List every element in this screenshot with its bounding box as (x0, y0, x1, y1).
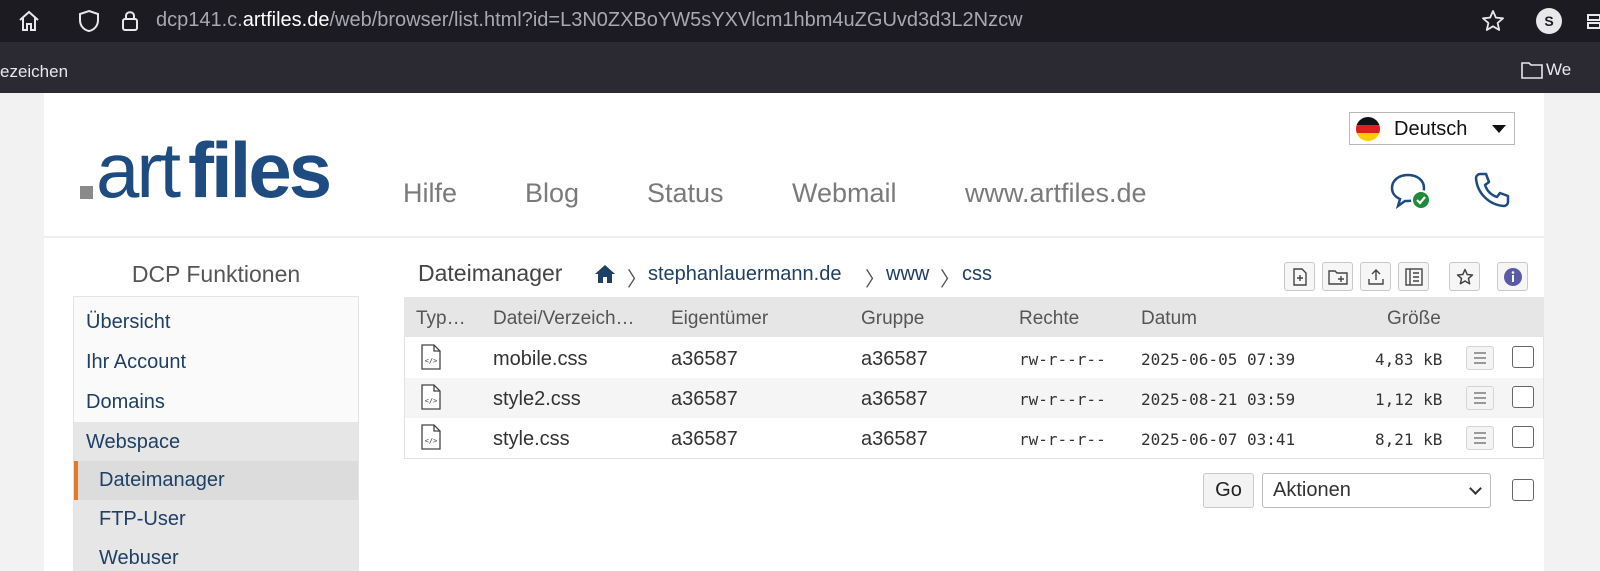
file-name[interactable]: mobile.css (493, 348, 587, 371)
svg-text:</>: </> (425, 397, 438, 405)
language-select[interactable]: Deutsch (1349, 112, 1515, 145)
german-flag-icon (1356, 117, 1380, 141)
breadcrumb-css[interactable]: css (962, 263, 992, 286)
sidebar-item-account[interactable]: Ihr Account (74, 342, 358, 382)
view-toggle-button[interactable] (1398, 262, 1429, 291)
url-text[interactable]: dcp141.c.artfiles.de/web/browser/list.ht… (156, 9, 1023, 32)
chevron-down-icon (1469, 482, 1482, 495)
page-title: Dateimanager (418, 260, 563, 286)
svg-text:</>: </> (425, 437, 438, 445)
upload-button[interactable] (1360, 262, 1391, 291)
info-button[interactable] (1497, 262, 1528, 291)
select-all-checkbox[interactable] (1512, 479, 1534, 501)
column-date[interactable]: Datum (1141, 308, 1197, 330)
sidebar-item-webspace[interactable]: Webspace (74, 422, 358, 462)
upload-icon (1367, 268, 1384, 285)
home-icon[interactable] (16, 8, 42, 34)
column-owner[interactable]: Eigentümer (671, 308, 768, 330)
go-button[interactable]: Go (1203, 473, 1254, 508)
actions-select[interactable]: Aktionen (1262, 473, 1491, 508)
sidebar-title: DCP Funktionen (131, 261, 301, 287)
chevron-down-icon (1492, 125, 1506, 133)
lock-icon[interactable] (117, 8, 143, 34)
file-owner: a36587 (671, 388, 738, 410)
info-icon (1503, 267, 1522, 286)
folder-icon[interactable] (1521, 60, 1543, 80)
file-size: 1,12 kB (1375, 390, 1443, 409)
list-view-icon (1404, 267, 1423, 286)
new-file-icon (1292, 267, 1307, 286)
file-name[interactable]: style2.css (493, 388, 581, 411)
row-menu-button[interactable] (1466, 386, 1494, 410)
breadcrumb-www[interactable]: www (886, 263, 929, 286)
breadcrumb-separator: 〉 (940, 269, 960, 291)
table-row[interactable] (405, 418, 1543, 458)
code-file-icon: </> (421, 424, 441, 450)
sidebar-item-uebersicht[interactable]: Übersicht (74, 302, 358, 342)
logo-art: art (96, 126, 181, 214)
extensions-icon[interactable] (1586, 8, 1600, 34)
row-checkbox[interactable] (1512, 426, 1534, 448)
new-file-button[interactable] (1284, 262, 1315, 291)
bookmark-folder-label[interactable]: We (1546, 60, 1571, 80)
new-folder-icon (1327, 269, 1348, 285)
row-checkbox[interactable] (1512, 346, 1534, 368)
svg-text:</>: </> (425, 357, 438, 365)
row-checkbox[interactable] (1512, 386, 1534, 408)
nav-webmail[interactable]: Webmail (792, 178, 897, 209)
star-icon (1456, 268, 1473, 284)
file-date: 2025-06-05 07:39 (1141, 350, 1296, 369)
actions-select-value: Aktionen (1273, 479, 1351, 501)
chat-icon[interactable] (1390, 172, 1436, 212)
code-file-icon: </> (421, 344, 441, 370)
bookmark-star-icon[interactable] (1480, 8, 1506, 34)
row-menu-button[interactable] (1466, 346, 1494, 370)
new-folder-button[interactable] (1322, 262, 1353, 291)
nav-status[interactable]: Status (647, 178, 724, 209)
logo-dot (80, 186, 93, 199)
language-label: Deutsch (1394, 118, 1468, 140)
column-size[interactable]: Größe (1387, 308, 1441, 330)
bookmarks-label[interactable]: ezeichen (0, 62, 68, 82)
logo-files: files (188, 126, 332, 214)
column-permissions[interactable]: Rechte (1019, 308, 1079, 330)
file-permissions: rw-r--r-- (1019, 430, 1106, 449)
file-date: 2025-06-07 03:41 (1141, 430, 1296, 449)
file-owner: a36587 (671, 428, 738, 450)
home-breadcrumb-icon[interactable] (594, 263, 616, 285)
sidebar-item-ftp-user[interactable]: FTP-User (74, 500, 358, 539)
file-permissions: rw-r--r-- (1019, 390, 1106, 409)
shield-icon[interactable] (76, 8, 102, 34)
bookmarks-bar (0, 42, 1600, 93)
sidebar-item-webuser[interactable]: Webuser (74, 539, 358, 571)
breadcrumb-separator: 〉 (865, 269, 885, 291)
column-group[interactable]: Gruppe (861, 308, 924, 330)
code-file-icon: </> (421, 384, 441, 410)
file-group: a36587 (861, 428, 928, 450)
file-owner: a36587 (671, 348, 738, 370)
column-type[interactable]: Typ… (416, 308, 466, 330)
file-size: 4,83 kB (1375, 350, 1443, 369)
file-name[interactable]: style.css (493, 428, 570, 451)
nav-blog[interactable]: Blog (525, 178, 579, 209)
sidebar-item-dateimanager[interactable]: Dateimanager (74, 461, 358, 500)
file-permissions: rw-r--r-- (1019, 350, 1106, 369)
file-group: a36587 (861, 388, 928, 410)
nav-artfiles-site[interactable]: www.artfiles.de (965, 178, 1147, 209)
header-divider (44, 236, 1544, 238)
nav-hilfe[interactable]: Hilfe (403, 178, 457, 209)
file-size: 8,21 kB (1375, 430, 1443, 449)
row-menu-button[interactable] (1466, 426, 1494, 450)
breadcrumb-domain[interactable]: stephanlauermann.de (648, 263, 841, 286)
breadcrumb-separator: 〉 (627, 269, 647, 291)
file-date: 2025-08-21 03:59 (1141, 390, 1296, 409)
sidebar-item-domains[interactable]: Domains (74, 382, 358, 422)
file-group: a36587 (861, 348, 928, 370)
column-name[interactable]: Datei/Verzeich… (493, 308, 635, 330)
favorite-button[interactable] (1449, 262, 1480, 291)
phone-icon[interactable] (1472, 170, 1512, 210)
profile-avatar[interactable]: S (1536, 8, 1562, 34)
